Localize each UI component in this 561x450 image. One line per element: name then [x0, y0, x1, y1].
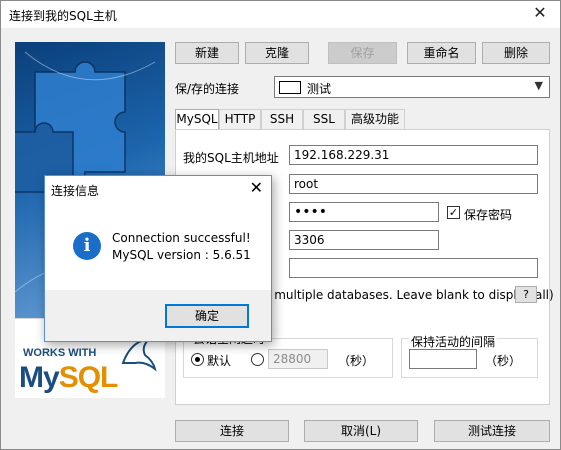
saved-connection-select[interactable]: 测试 ▼ — [274, 76, 550, 98]
cancel-button[interactable]: 取消(L) — [304, 420, 418, 442]
timeout-default-label: 默认 — [207, 354, 232, 368]
connection-info-dialog: 连接信息 ✕ i Connection successful! MySQL ve… — [44, 175, 272, 342]
timeout-default-radio[interactable] — [191, 353, 204, 366]
keepalive-input[interactable] — [409, 349, 477, 369]
dialog-message: Connection successful! MySQL version : 5… — [112, 230, 251, 264]
host-input[interactable]: 192.168.229.31 — [289, 145, 538, 165]
tab-http[interactable]: HTTP — [219, 109, 261, 129]
database-input[interactable] — [289, 258, 538, 278]
logo-mysql-text: MySQL — [19, 361, 119, 395]
dialog-footer: 确定 — [45, 290, 271, 341]
timeout-custom-radio[interactable] — [251, 353, 264, 366]
dialog-title-bar: 连接信息 ✕ — [45, 176, 271, 202]
dialog-message-line1: Connection successful! — [112, 231, 251, 245]
timeout-seconds-input[interactable]: 28800 — [268, 349, 328, 369]
dialog-close-icon[interactable]: ✕ — [250, 178, 263, 197]
logo-works-with: WORKS WITH — [23, 347, 97, 359]
connect-window: 连接到我的SQL主机 ✕ WORKS WITH MySQL 新建 克隆 保存 重… — [0, 0, 561, 450]
host-label: 我的SQL主机地址 — [183, 151, 279, 165]
rename-button[interactable]: 重命名 — [407, 42, 476, 64]
saved-connection-label: 保/存的连接 — [175, 82, 240, 96]
tab-ssh[interactable]: SSH — [261, 109, 303, 129]
username-input[interactable]: root — [289, 174, 538, 194]
logo-my: My — [19, 361, 60, 394]
tab-ssl[interactable]: SSL — [303, 109, 345, 129]
port-input[interactable]: 3306 — [289, 230, 439, 250]
window-title: 连接到我的SQL主机 — [9, 9, 117, 23]
connect-button[interactable]: 连接 — [175, 420, 289, 442]
save-password-checkbox[interactable]: ✓ — [447, 206, 460, 219]
save-password-label: 保存密码 — [464, 208, 513, 222]
tab-mysql[interactable]: MySQL — [175, 109, 219, 130]
new-button[interactable]: 新建 — [175, 42, 239, 64]
ok-button[interactable]: 确定 — [165, 304, 249, 328]
password-input[interactable]: •••• — [289, 202, 439, 222]
saved-connection-value: 测试 — [307, 82, 332, 96]
logo-sql: SQL — [58, 361, 119, 394]
chevron-down-icon: ▼ — [534, 79, 543, 92]
keepalive-unit: （秒） — [485, 354, 522, 368]
delete-button[interactable]: 删除 — [482, 42, 550, 64]
timeout-unit: （秒） — [338, 354, 375, 368]
help-button[interactable]: ? — [515, 286, 537, 303]
color-swatch — [279, 81, 301, 94]
tab-advanced[interactable]: 高级功能 — [345, 109, 405, 129]
dialog-body: i Connection successful! MySQL version :… — [45, 202, 271, 290]
clone-button[interactable]: 克隆 — [245, 42, 309, 64]
database-hint: e multiple databases. Leave blank to dis… — [263, 288, 554, 302]
save-button[interactable]: 保存 — [328, 42, 397, 64]
dialog-title: 连接信息 — [51, 184, 100, 198]
info-icon: i — [73, 232, 101, 260]
test-connection-button[interactable]: 测试连接 — [434, 420, 550, 442]
title-bar: 连接到我的SQL主机 ✕ — [1, 1, 560, 27]
keepalive-title: 保持活动的间隔 — [409, 333, 498, 350]
dialog-message-line2: MySQL version : 5.6.51 — [112, 248, 251, 262]
close-icon[interactable]: ✕ — [524, 2, 556, 26]
